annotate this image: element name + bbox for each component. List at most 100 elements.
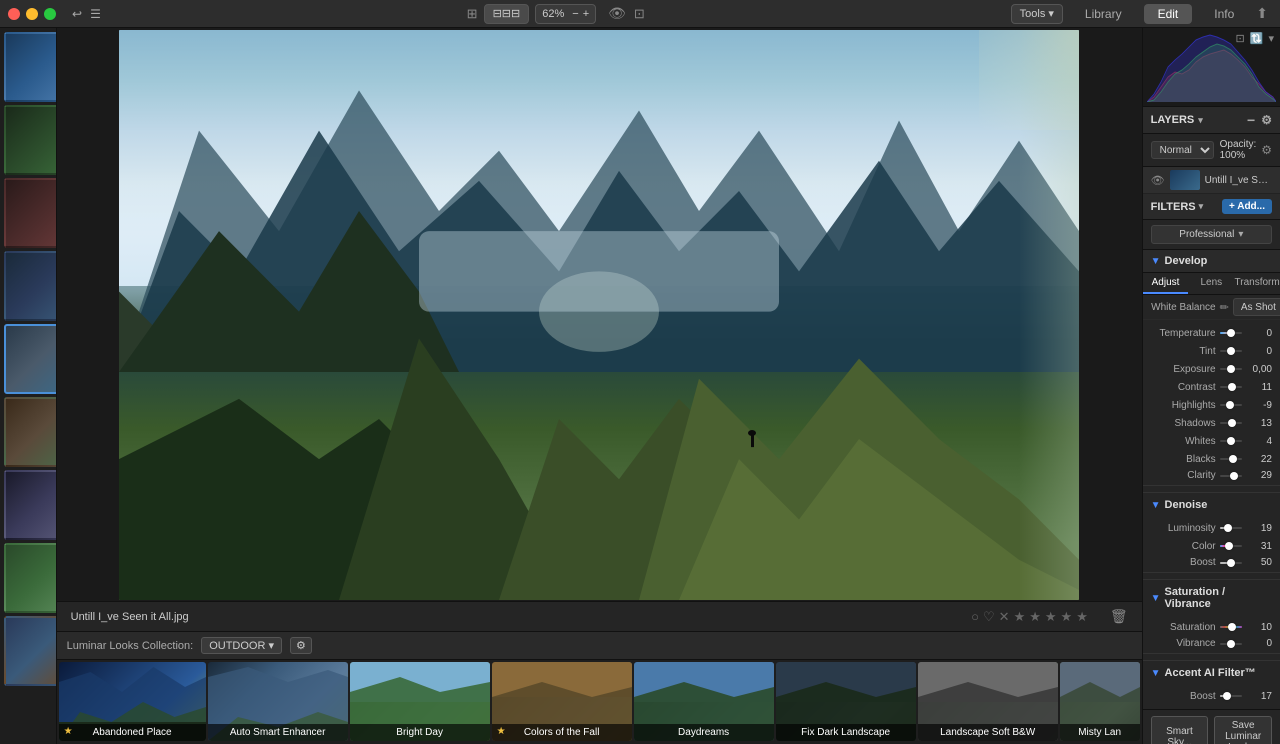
filmstrip-item[interactable] xyxy=(4,32,57,102)
tools-button[interactable]: Tools ▾ xyxy=(1011,4,1063,24)
preset-daydreams[interactable]: Daydreams xyxy=(634,662,774,741)
tab-adjust[interactable]: Adjust xyxy=(1143,273,1189,294)
accent-header[interactable]: ▼ Accent AI Filter™ xyxy=(1143,663,1280,683)
blacks-thumb[interactable] xyxy=(1229,455,1237,463)
vibrance-slider[interactable] xyxy=(1220,643,1242,645)
filmstrip-item-selected[interactable] xyxy=(4,324,57,394)
preset-misty[interactable]: Misty Lan xyxy=(1060,662,1140,741)
luminosity-slider[interactable] xyxy=(1220,527,1242,529)
exposure-thumb[interactable] xyxy=(1227,365,1235,373)
vibrance-thumb[interactable] xyxy=(1227,640,1235,648)
preset-landscape-bw[interactable]: Landscape Soft B&W xyxy=(918,662,1058,741)
filmstrip-item[interactable] xyxy=(4,616,57,686)
tint-slider[interactable] xyxy=(1220,350,1242,352)
shadows-thumb[interactable] xyxy=(1228,419,1236,427)
saturation-thumb[interactable] xyxy=(1228,623,1236,631)
add-filter-button[interactable]: + Add... xyxy=(1222,199,1272,214)
tint-thumb[interactable] xyxy=(1227,347,1235,355)
tab-edit[interactable]: Edit xyxy=(1144,4,1193,24)
contrast-slider[interactable] xyxy=(1220,386,1242,388)
highlights-slider[interactable] xyxy=(1220,404,1242,406)
view-mode-button[interactable]: ⊟⊟⊟ xyxy=(484,4,530,24)
layers-controls: Normal Opacity: 100% ⚙ xyxy=(1143,134,1280,167)
opacity-gear-icon[interactable]: ⚙ xyxy=(1261,143,1272,157)
star-5[interactable]: ★ xyxy=(1076,609,1088,625)
layers-expand-icons: − ⚙ xyxy=(1247,112,1272,128)
close-button[interactable] xyxy=(8,8,20,20)
whites-thumb[interactable] xyxy=(1227,437,1235,445)
boost-denoise-thumb[interactable] xyxy=(1227,559,1235,567)
professional-dropdown[interactable]: Professional ▾ xyxy=(1151,225,1272,244)
color-slider[interactable] xyxy=(1220,545,1242,547)
wb-edit-icon[interactable]: ✏ xyxy=(1220,301,1229,314)
preset-abandoned-place[interactable]: Abandoned Place ★ xyxy=(59,662,206,741)
tab-transform[interactable]: Transform xyxy=(1234,273,1280,294)
wb-select[interactable]: As Shot xyxy=(1233,298,1280,316)
save-luminar-look-button[interactable]: Save Luminar Look... xyxy=(1214,716,1272,744)
trash-icon[interactable]: 🗑 xyxy=(1110,608,1128,625)
smart-sky-button[interactable]: Smart Sky... xyxy=(1151,716,1209,744)
temperature-thumb[interactable] xyxy=(1227,329,1235,337)
preset-auto-smart[interactable]: Auto Smart Enhancer xyxy=(208,662,348,741)
filmstrip-item[interactable] xyxy=(4,178,57,248)
filmstrip-item[interactable] xyxy=(4,105,57,175)
zoom-minus-icon[interactable]: − xyxy=(572,8,578,20)
outdoor-category-button[interactable]: OUTDOOR ▾ xyxy=(201,637,282,654)
tab-library[interactable]: Library xyxy=(1071,4,1136,24)
boost-denoise-slider[interactable] xyxy=(1220,562,1242,564)
split-view-icon[interactable]: ⊡ xyxy=(634,6,645,22)
circle-icon[interactable]: ○ xyxy=(971,609,979,624)
shadows-slider[interactable] xyxy=(1220,422,1242,424)
star-2[interactable]: ★ xyxy=(1029,609,1041,625)
tools-label: Tools xyxy=(1020,8,1046,20)
fullscreen-button[interactable] xyxy=(44,8,56,20)
filmstrip-item[interactable] xyxy=(4,470,57,540)
reject-icon[interactable]: ✕ xyxy=(999,609,1010,625)
temperature-slider[interactable] xyxy=(1220,332,1242,334)
layers-settings-icon[interactable]: ⚙ xyxy=(1261,113,1272,127)
layers-minus-icon[interactable]: − xyxy=(1247,112,1255,128)
layer-visibility-icon[interactable]: 👁 xyxy=(1151,174,1165,187)
whites-slider[interactable] xyxy=(1220,440,1242,442)
saturation-slider[interactable] xyxy=(1220,626,1242,628)
contrast-thumb[interactable] xyxy=(1228,383,1236,391)
clarity-thumb[interactable] xyxy=(1230,472,1238,480)
star-4[interactable]: ★ xyxy=(1061,609,1073,625)
exposure-slider[interactable] xyxy=(1220,368,1242,370)
layers-section-header[interactable]: LAYERS ▾ − ⚙ xyxy=(1143,107,1280,134)
zoom-plus-icon[interactable]: + xyxy=(583,8,589,20)
canvas-area[interactable] xyxy=(57,28,1142,601)
highlights-thumb[interactable] xyxy=(1226,401,1234,409)
back-icon[interactable]: ↩ xyxy=(72,7,82,21)
star-3[interactable]: ★ xyxy=(1045,609,1057,625)
accent-boost-slider[interactable] xyxy=(1220,695,1242,697)
crop-icon[interactable]: ⊞ xyxy=(467,6,478,22)
minimize-button[interactable] xyxy=(26,8,38,20)
luminosity-thumb[interactable] xyxy=(1224,524,1232,532)
share-icon[interactable]: ⬆ xyxy=(1256,5,1268,22)
accent-boost-thumb[interactable] xyxy=(1223,692,1231,700)
tab-info[interactable]: Info xyxy=(1200,4,1248,24)
heart-icon[interactable]: ♡ xyxy=(983,609,995,625)
filmstrip-item[interactable] xyxy=(4,251,57,321)
preset-bright-day[interactable]: Bright Day xyxy=(350,662,490,741)
filmstrip-item[interactable] xyxy=(4,397,57,467)
zoom-control[interactable]: 62% − + xyxy=(535,4,596,24)
tab-lens[interactable]: Lens xyxy=(1188,273,1234,294)
filmstrip-item[interactable] xyxy=(4,543,57,613)
denoise-header[interactable]: ▼ Denoise xyxy=(1143,495,1280,515)
saturation-header[interactable]: ▼ Saturation / Vibrance xyxy=(1143,582,1280,614)
looks-settings-button[interactable]: ⚙ xyxy=(290,637,312,654)
clarity-slider[interactable] xyxy=(1220,475,1242,477)
develop-section-header[interactable]: ▼ Develop xyxy=(1143,250,1280,273)
blend-mode-select[interactable]: Normal xyxy=(1151,141,1214,159)
star-1[interactable]: ★ xyxy=(1014,609,1026,625)
preset-fix-dark[interactable]: Fix Dark Landscape xyxy=(776,662,916,741)
layer-item[interactable]: 👁 Untill I_ve Seen it All.jpg xyxy=(1143,167,1280,194)
preset-colors-fall[interactable]: Colors of the Fall ★ xyxy=(492,662,632,741)
list-icon[interactable]: ☰ xyxy=(90,7,101,21)
develop-title: Develop xyxy=(1165,255,1208,267)
color-thumb[interactable] xyxy=(1225,542,1233,550)
blacks-slider[interactable] xyxy=(1220,458,1242,460)
eye-icon[interactable]: 👁 xyxy=(608,5,626,22)
